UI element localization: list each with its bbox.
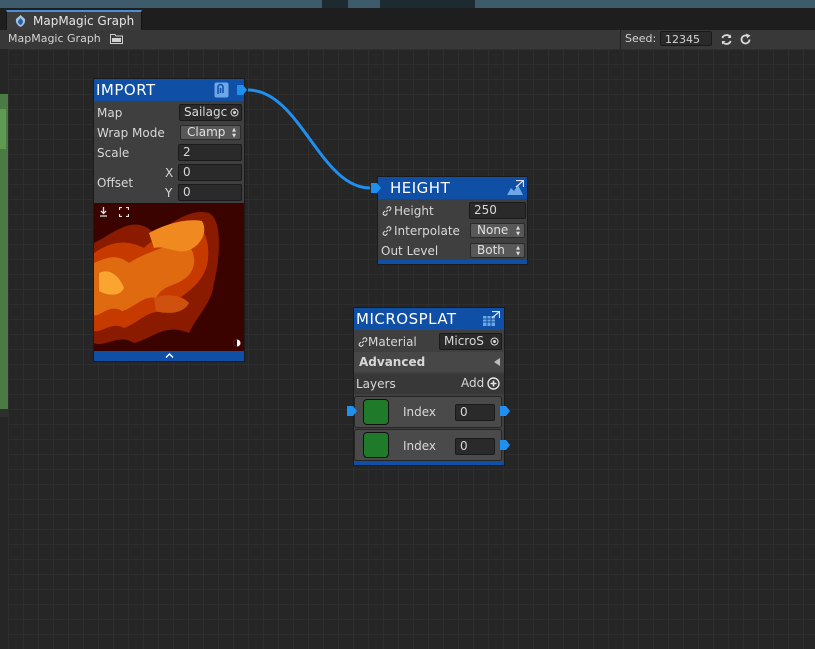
interpolate-select[interactable]: None ▲ ▼	[470, 223, 525, 238]
import-icon	[214, 82, 229, 98]
interpolate-label: Interpolate	[394, 224, 460, 238]
output-port[interactable]	[237, 85, 247, 95]
link-icon	[358, 337, 368, 347]
seed-label: Seed:	[625, 32, 657, 45]
node-footer	[378, 260, 527, 264]
offset-x-label: X	[165, 166, 174, 180]
material-label: Material	[368, 335, 417, 349]
layer-index-field[interactable]: 0	[455, 404, 495, 421]
wrap-mode-label: Wrap Mode	[97, 126, 165, 140]
half-circle-icon	[233, 339, 241, 347]
add-layer-label[interactable]: Add	[461, 376, 484, 390]
seed-input[interactable]: 12345	[660, 31, 712, 46]
node-title: MICROSPLAT	[356, 310, 457, 328]
dropdown-arrow-icon: ▲ ▼	[232, 127, 236, 139]
mapmagic-icon	[15, 15, 26, 27]
refresh-icon[interactable]	[739, 33, 752, 46]
offset-y-field[interactable]: 0	[178, 184, 242, 201]
map-label: Map	[97, 106, 123, 120]
layer-item[interactable]: Index 0	[354, 429, 502, 461]
out-level-label: Out Level	[381, 244, 439, 258]
link-icon	[382, 206, 392, 216]
wrap-mode-select[interactable]: Clamp ▲ ▼	[180, 125, 241, 140]
tab-label: MapMagic Graph	[33, 14, 135, 28]
scene-object	[380, 0, 475, 8]
download-icon[interactable]	[99, 207, 108, 217]
input-port[interactable]	[371, 183, 381, 193]
link-icon	[382, 226, 392, 236]
out-level-select[interactable]: Both ▲ ▼	[470, 243, 525, 258]
layer-index-field[interactable]: 0	[455, 438, 495, 455]
advanced-label: Advanced	[359, 355, 426, 369]
height-node[interactable]: HEIGHT Height 250 Interpolate None ▲ ▼ Ou…	[371, 176, 528, 265]
height-label: Height	[394, 204, 434, 218]
layer-item[interactable]: Index 0	[354, 396, 502, 428]
object-picker-icon[interactable]	[490, 337, 499, 346]
offset-x-field[interactable]: 0	[178, 164, 242, 181]
collapse-bar[interactable]	[94, 351, 244, 361]
scene-object	[322, 0, 348, 8]
layer-output-port[interactable]	[500, 440, 510, 450]
scale-field[interactable]: 2	[178, 144, 242, 161]
layers-header: Layers Add	[354, 374, 504, 394]
node-header[interactable]: MICROSPLAT	[354, 308, 504, 330]
node-header[interactable]: HEIGHT	[378, 177, 527, 199]
foldout-arrow-icon	[494, 358, 500, 366]
expand-icon[interactable]	[119, 207, 129, 217]
height-field[interactable]: 250	[469, 202, 526, 219]
refresh-all-icon[interactable]	[720, 33, 733, 46]
tab-mapmagic-graph[interactable]: MapMagic Graph	[6, 10, 142, 30]
dropdown-arrow-icon: ▲ ▼	[516, 225, 520, 237]
layer-texture-swatch[interactable]	[363, 399, 389, 425]
tab-bar: MapMagic Graph	[0, 8, 815, 31]
node-title: HEIGHT	[390, 179, 451, 197]
offset-label: Offset	[97, 176, 134, 190]
scene-view-edge	[0, 49, 8, 649]
dropdown-arrow-icon: ▲ ▼	[516, 245, 520, 257]
advanced-foldout[interactable]: Advanced	[354, 352, 504, 372]
node-footer	[354, 461, 504, 465]
toolbar-separator	[620, 30, 621, 49]
scale-label: Scale	[97, 146, 130, 160]
object-picker-icon[interactable]	[230, 108, 239, 117]
layer-index-label: Index	[403, 405, 437, 419]
layer-output-port[interactable]	[500, 406, 510, 416]
node-title: IMPORT	[96, 81, 156, 99]
layer-texture-swatch[interactable]	[363, 432, 389, 458]
microsplat-node[interactable]: MICROSPLAT Material MicroS Advanced Laye…	[347, 307, 510, 466]
layer-input-port[interactable]	[347, 406, 357, 416]
graph-toolbar: MapMagic Graph Seed: 12345	[0, 30, 815, 50]
microsplat-output-icon	[483, 311, 500, 326]
height-output-icon	[507, 180, 524, 195]
folder-icon[interactable]	[110, 33, 123, 44]
layer-index-label: Index	[403, 439, 437, 453]
chevron-up-icon	[165, 353, 174, 358]
import-node[interactable]: IMPORT Map Sailagc Wrap Mode Clamp ▲ ▼ Sc…	[93, 78, 247, 362]
heightmap-preview[interactable]	[94, 203, 244, 351]
node-header[interactable]: IMPORT	[94, 79, 244, 101]
add-circle-icon[interactable]	[487, 377, 500, 390]
graph-title: MapMagic Graph	[8, 32, 101, 45]
layers-label: Layers	[356, 377, 396, 391]
offset-y-label: Y	[165, 186, 173, 200]
